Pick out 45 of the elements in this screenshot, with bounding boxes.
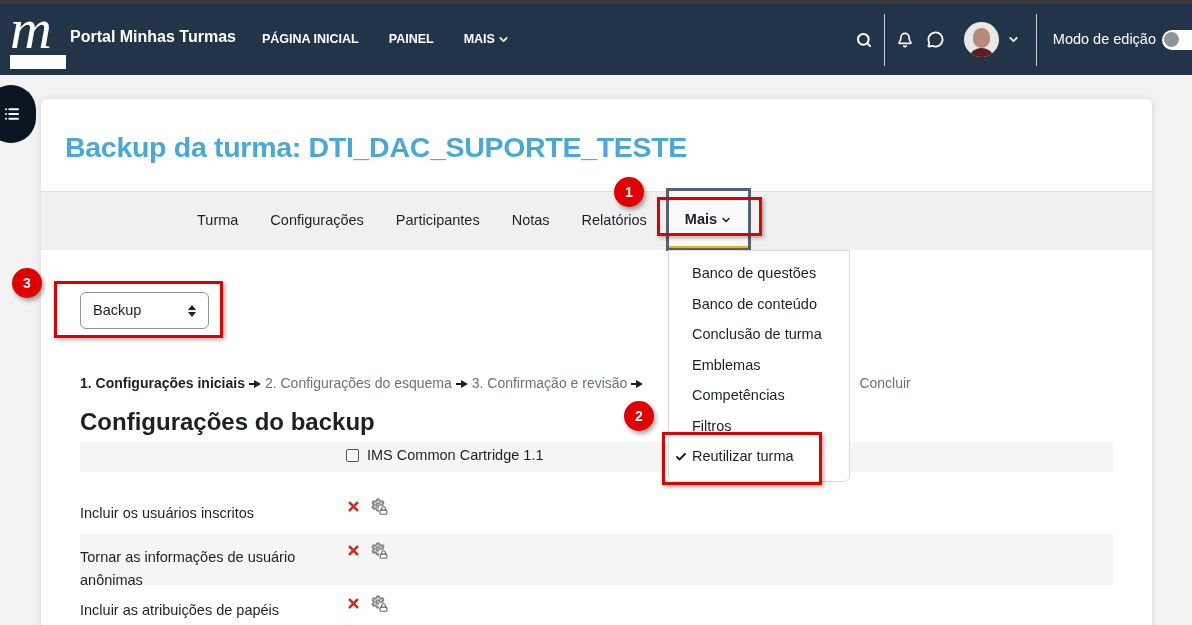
search-icon[interactable] [855,31,872,48]
backup-step: 1. Configurações iniciais [80,373,245,394]
page-title: Backup da turma: DTI_DAC_SUPORTE_TESTE [64,130,689,165]
menu-item[interactable]: Competências [669,381,849,412]
action-select[interactable]: Backup [80,292,209,329]
checkbox[interactable] [346,449,359,463]
course-nav-tab[interactable]: Configurações [254,210,380,232]
sort-arrows-icon [188,304,196,317]
step-number-badge: 3 [12,268,42,298]
messages-icon[interactable] [926,31,944,48]
drawer-toggle-button[interactable] [0,85,36,143]
menu-item[interactable]: Reutilizar turma [669,442,849,473]
site-name[interactable]: Portal Minhas Turmas [70,25,236,49]
edit-mode-toggle[interactable] [1162,29,1192,50]
menu-item[interactable]: Conclusão de turma [669,320,849,351]
menu-item[interactable]: Banco de conteúdo [669,289,849,320]
setting-label: Tornar as informações de usuário anônimas [80,548,297,590]
locked-gear-icon [371,542,388,559]
backup-step: 2. Configurações do esquema [264,373,452,394]
user-avatar[interactable] [963,22,999,57]
step-arrow-icon [248,379,261,388]
site-logo[interactable]: m [8,7,66,75]
menu-item[interactable]: Emblemas [669,350,849,381]
menu-item[interactable]: Filtros [669,411,849,442]
nav-link[interactable]: PÁGINA INICIAL [255,30,365,49]
setting-label: IMS Common Cartridge 1.1 [367,446,544,465]
backup-step: Concluir [859,373,911,394]
backup-step: 3. Confirmação e revisão [471,373,628,394]
course-nav-tab[interactable]: Relatórios [565,210,663,232]
section-heading: Configurações do backup [80,407,375,437]
nav-link[interactable]: MAIS [457,30,516,49]
nav-link[interactable]: PAINEL [382,30,440,49]
course-nav-tab[interactable]: Turma [181,210,255,232]
course-nav-tab[interactable]: Notas [495,210,566,232]
setting-label: Incluir as atribuições de papéis [80,601,281,620]
step-arrow-icon [631,379,644,388]
course-nav-tab[interactable]: Participantes [379,210,496,232]
step-arrow-icon [455,379,468,388]
setting-label: Incluir os usuários inscritos [80,504,256,523]
edit-mode-label: Modo de edição [1052,29,1156,49]
locked-gear-icon [371,498,388,515]
menu-item[interactable]: Banco de questões [669,259,849,290]
list-icon [4,106,20,122]
notifications-icon[interactable] [896,31,913,48]
locked-gear-icon [371,595,388,612]
